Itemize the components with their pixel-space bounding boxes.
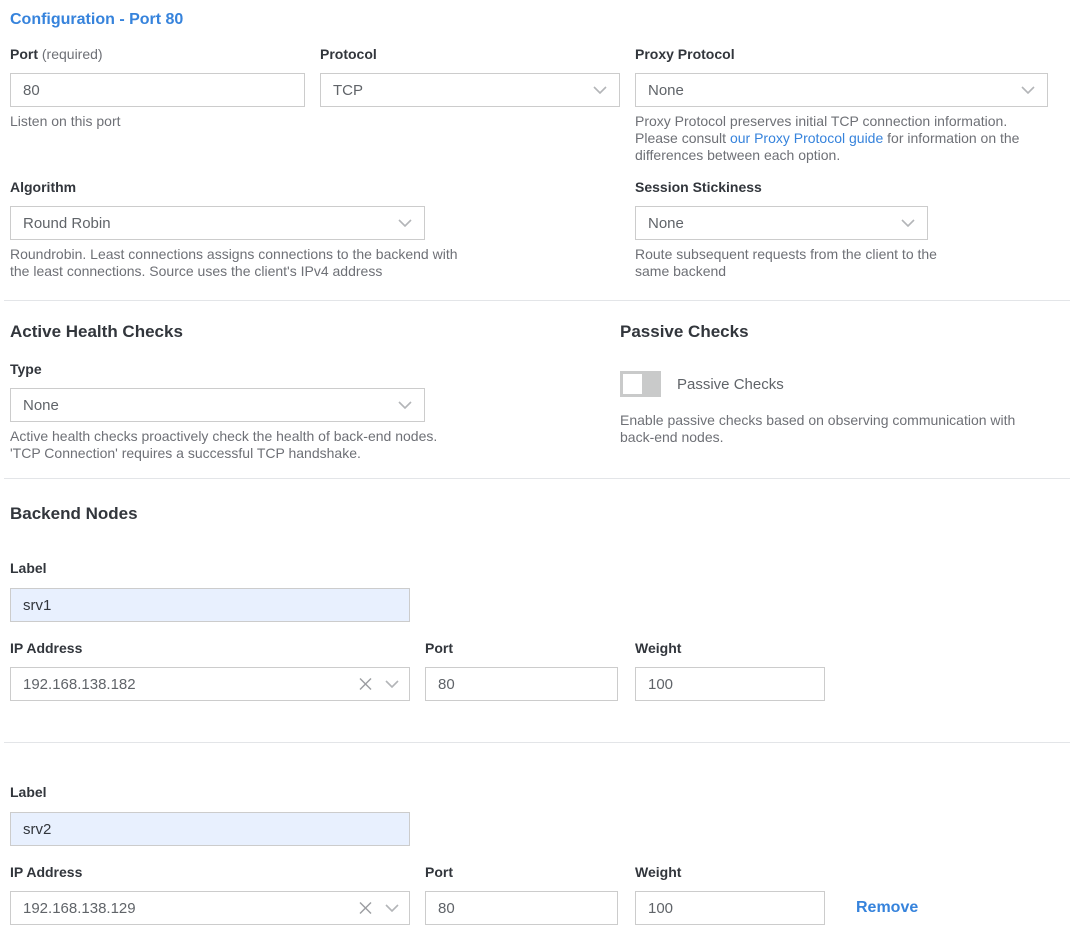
port-configuration-page: Configuration - Port 80 Port (required) … (0, 0, 1070, 938)
node-weight-label: Weight (635, 641, 825, 656)
config-row-1: Port (required) Listen on this port Prot… (10, 47, 1048, 164)
node-label-label: Label (10, 785, 1048, 800)
node-weight-input[interactable] (635, 891, 825, 925)
node-port-label: Port (425, 865, 618, 880)
node-port-input[interactable] (425, 667, 618, 701)
node-port-input[interactable] (425, 891, 618, 925)
passive-checks-helper: Enable passive checks based on observing… (620, 412, 1033, 446)
proxy-protocol-guide-link[interactable]: our Proxy Protocol guide (730, 130, 883, 146)
section-divider (4, 300, 1070, 301)
remove-node-button[interactable]: Remove (856, 899, 918, 917)
node-weight-label: Weight (635, 865, 825, 880)
backend-node-row: Label IP Address Port W (10, 785, 1048, 925)
passive-checks-toggle-row: Passive Checks (620, 371, 1033, 397)
chevron-down-icon (398, 401, 412, 409)
passive-checks-toggle[interactable] (620, 371, 661, 397)
section-divider (4, 478, 1070, 479)
node-ip-input[interactable] (10, 667, 410, 701)
backend-nodes-heading: Backend Nodes (10, 504, 1048, 523)
node-divider (4, 742, 1070, 743)
proxy-protocol-helper: Proxy Protocol preserves initial TCP con… (635, 113, 1048, 164)
clear-icon[interactable] (359, 902, 372, 915)
health-check-type-helper: Active health checks proactively check t… (10, 428, 440, 462)
chevron-down-icon (398, 219, 412, 227)
toggle-knob (623, 374, 642, 394)
proxy-protocol-select[interactable]: None (635, 73, 1048, 107)
chevron-down-icon (1021, 86, 1035, 94)
session-stickiness-label: Session Stickiness (635, 180, 1048, 195)
session-stickiness-select[interactable]: None (635, 206, 928, 240)
clear-icon[interactable] (359, 678, 372, 691)
protocol-select-value: TCP (333, 82, 363, 99)
session-stickiness-helper: Route subsequent requests from the clien… (635, 246, 945, 280)
node-label-input[interactable] (10, 812, 410, 846)
config-row-2: Algorithm Round Robin Roundrobin. Least … (10, 180, 1048, 280)
node-label-input[interactable] (10, 588, 410, 622)
node-fields-row: IP Address Port Weight (10, 641, 1048, 701)
algorithm-select-value: Round Robin (23, 215, 111, 232)
chevron-down-icon[interactable] (385, 904, 399, 912)
node-weight-input[interactable] (635, 667, 825, 701)
algorithm-label: Algorithm (10, 180, 620, 195)
port-helper: Listen on this port (10, 113, 305, 130)
protocol-label: Protocol (320, 47, 620, 62)
node-label-label: Label (10, 561, 1048, 576)
chevron-down-icon (901, 219, 915, 227)
backend-node-row: Label IP Address Port W (10, 561, 1048, 701)
algorithm-helper: Roundrobin. Least connections assigns co… (10, 246, 480, 280)
port-required-note: (required) (42, 46, 103, 62)
chevron-down-icon[interactable] (385, 680, 399, 688)
node-ip-input[interactable] (10, 891, 410, 925)
proxy-protocol-select-value: None (648, 82, 684, 99)
node-ip-label: IP Address (10, 865, 410, 880)
health-checks-section: Active Health Checks Type None Active he… (10, 322, 1048, 462)
node-fields-row: IP Address Port Weight (10, 865, 1048, 925)
chevron-down-icon (593, 86, 607, 94)
passive-checks-toggle-label: Passive Checks (677, 376, 784, 393)
node-ip-label: IP Address (10, 641, 410, 656)
port-input[interactable] (10, 73, 305, 107)
node-port-label: Port (425, 641, 618, 656)
passive-checks-heading: Passive Checks (620, 322, 1033, 341)
session-stickiness-select-value: None (648, 215, 684, 232)
proxy-protocol-label: Proxy Protocol (635, 47, 1048, 62)
algorithm-select[interactable]: Round Robin (10, 206, 425, 240)
health-check-type-label: Type (10, 362, 620, 377)
page-title: Configuration - Port 80 (10, 10, 1048, 30)
port-label: Port (required) (10, 47, 305, 62)
health-check-type-select-value: None (23, 397, 59, 414)
protocol-select[interactable]: TCP (320, 73, 620, 107)
active-health-checks-heading: Active Health Checks (10, 322, 620, 341)
health-check-type-select[interactable]: None (10, 388, 425, 422)
